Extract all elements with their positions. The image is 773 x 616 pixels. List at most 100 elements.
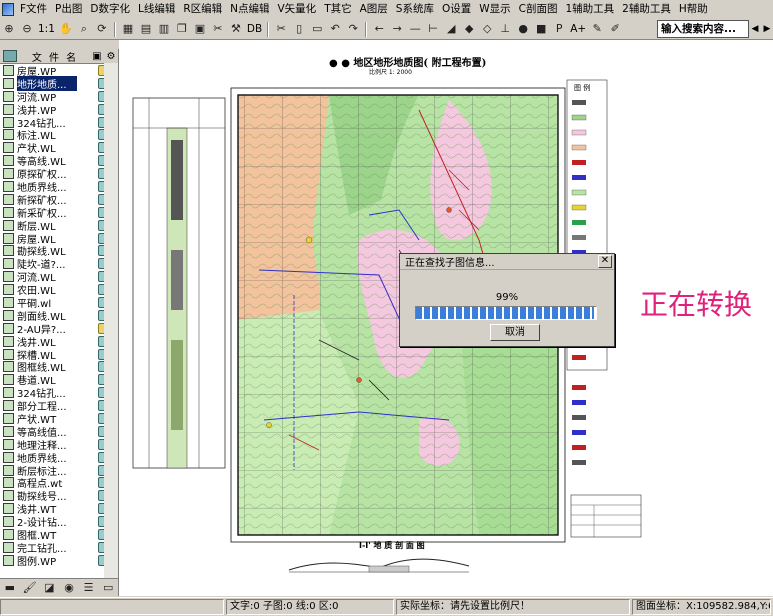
copy-icon[interactable]: ❐ xyxy=(174,21,190,37)
file-panel-toolbar: ▬ 🖌 ◪ ◉ ☰ ▭ xyxy=(0,578,118,597)
toolbar-separator xyxy=(365,21,368,37)
file-icon xyxy=(3,387,14,399)
file-name-column-header[interactable]: 文 件 名 xyxy=(20,49,90,64)
menu-digitize[interactable]: D数字化 xyxy=(86,0,134,19)
file-icon xyxy=(3,335,14,347)
line-file-icon[interactable]: ▬ xyxy=(3,580,17,596)
layer-icon[interactable]: ▤ xyxy=(138,21,154,37)
file-icon xyxy=(3,451,14,463)
menu-file[interactable]: F文件 xyxy=(16,0,51,19)
map-icon[interactable]: ◪ xyxy=(43,580,57,596)
pen-icon[interactable]: ✐ xyxy=(607,21,623,37)
settings-icon: ⚙ xyxy=(106,50,116,62)
grid-icon[interactable]: ▦ xyxy=(120,21,136,37)
marker-icon[interactable]: ◢ xyxy=(443,21,459,37)
list-icon[interactable]: ☰ xyxy=(82,580,96,596)
menu-layer[interactable]: A图层 xyxy=(356,0,392,19)
file-panel: 文 件 名 ▣ ⚙ 房屋.WP 地形地质... 河流.WP 浅井.WP 324钻孔...… xyxy=(0,49,119,596)
vertex-icon[interactable]: ◇ xyxy=(479,21,495,37)
paste-icon[interactable]: ▣ xyxy=(192,21,208,37)
undo-icon[interactable]: ↶ xyxy=(327,21,343,37)
file-icon xyxy=(3,258,14,270)
progress-percent: 99% xyxy=(495,292,519,303)
eyedropper-icon[interactable]: ✎ xyxy=(589,21,605,37)
toolbar-separator xyxy=(113,21,116,37)
zoom-in-icon[interactable]: ⊕ xyxy=(1,21,17,37)
menu-system-lib[interactable]: S系统库 xyxy=(392,0,438,19)
dialog-title: 正在查找子图信息... xyxy=(405,258,495,269)
menu-display[interactable]: W显示 xyxy=(475,0,514,19)
file-icon xyxy=(3,219,14,231)
menu-vectorize[interactable]: V矢量化 xyxy=(274,0,321,19)
db-button[interactable]: DB xyxy=(245,23,264,35)
cancel-button[interactable]: 取消 xyxy=(490,324,540,341)
brush-icon[interactable]: 🖌 xyxy=(23,580,37,596)
file-icon xyxy=(3,180,14,192)
globe-icon[interactable]: ◉ xyxy=(62,580,76,596)
measure-icon[interactable]: ⊢ xyxy=(425,21,441,37)
line-icon[interactable]: — xyxy=(407,21,423,37)
file-icon xyxy=(3,348,14,360)
table-icon[interactable]: ▥ xyxy=(156,21,172,37)
file-icon xyxy=(3,554,14,566)
tool-icon[interactable]: ⚒ xyxy=(228,21,244,37)
status-bar: 文字:0 子图:0 线:0 区:0 实际坐标：请先设置比例尺！ 图面坐标：X:1… xyxy=(0,597,773,616)
file-icon xyxy=(3,64,14,76)
point-icon[interactable]: ● xyxy=(515,21,531,37)
text-icon[interactable]: P xyxy=(551,21,567,37)
cross-section xyxy=(288,558,470,573)
file-icon xyxy=(3,425,14,437)
arrow-right-icon[interactable]: → xyxy=(389,21,405,37)
file-icon xyxy=(3,232,14,244)
refresh-icon[interactable]: ⟳ xyxy=(94,21,110,37)
menu-section[interactable]: C剖面图 xyxy=(515,0,562,19)
menu-bar: F文件 P出图 D数字化 L线编辑 R区编辑 N点编辑 V矢量化 T其它 A图层… xyxy=(0,0,773,20)
menu-aux-tools-2[interactable]: 2辅助工具 xyxy=(618,0,675,19)
file-icon xyxy=(3,541,14,553)
menu-aux-tools-1[interactable]: 1辅助工具 xyxy=(561,0,618,19)
file-icon xyxy=(3,245,14,257)
file-icon xyxy=(3,516,14,528)
file-icon xyxy=(3,168,14,180)
file-icon xyxy=(3,77,14,89)
open-icon[interactable]: ▭ xyxy=(309,21,325,37)
redo-icon[interactable]: ↷ xyxy=(345,21,361,37)
document-icon[interactable]: ▯ xyxy=(291,21,307,37)
close-icon[interactable]: ✕ xyxy=(598,255,612,268)
file-list-scrollbar[interactable] xyxy=(104,63,118,596)
zoom-out-icon[interactable]: ⊖ xyxy=(19,21,35,37)
menu-print[interactable]: P出图 xyxy=(51,0,86,19)
file-icon xyxy=(3,400,14,412)
arrow-left-icon[interactable]: ← xyxy=(371,21,387,37)
pan-hand-icon[interactable]: ✋ xyxy=(58,21,74,37)
menu-settings[interactable]: O设置 xyxy=(438,0,475,19)
search-input[interactable]: 输入搜索内容... xyxy=(657,20,749,38)
region-icon[interactable]: ■ xyxy=(533,21,549,37)
file-icon xyxy=(3,529,14,540)
file-list-item[interactable]: 图例.WP xyxy=(0,554,118,568)
cut-icon[interactable]: ✂ xyxy=(210,21,226,37)
menu-help[interactable]: H帮助 xyxy=(675,0,712,19)
file-panel-header: 文 件 名 ▣ ⚙ xyxy=(0,49,118,64)
menu-line-edit[interactable]: L线编辑 xyxy=(134,0,179,19)
toolbar-scroll-right-icon[interactable]: ▶ xyxy=(761,24,773,34)
toolbar-scroll-left-icon[interactable]: ◀ xyxy=(749,24,761,34)
menu-other[interactable]: T其它 xyxy=(320,0,355,19)
file-icon xyxy=(3,129,14,141)
app-icon xyxy=(2,3,14,16)
node-icon[interactable]: ◆ xyxy=(461,21,477,37)
stratigraphic-column xyxy=(132,97,226,469)
file-icon xyxy=(3,90,14,102)
file-icon xyxy=(3,155,14,167)
file-icon xyxy=(3,284,14,296)
zoom-ratio-button[interactable]: 1:1 xyxy=(36,23,57,35)
menu-region-edit[interactable]: R区编辑 xyxy=(179,0,226,19)
open-state-icon: ▣ xyxy=(92,50,102,62)
page-icon[interactable]: ▭ xyxy=(101,580,115,596)
split-icon[interactable]: ⊥ xyxy=(497,21,513,37)
zoom-window-icon[interactable]: ⌕ xyxy=(76,21,92,37)
scissors-icon[interactable]: ✂ xyxy=(273,21,289,37)
file-icon xyxy=(3,477,14,489)
font-size-button[interactable]: A+ xyxy=(568,23,588,35)
menu-point-edit[interactable]: N点编辑 xyxy=(226,0,273,19)
